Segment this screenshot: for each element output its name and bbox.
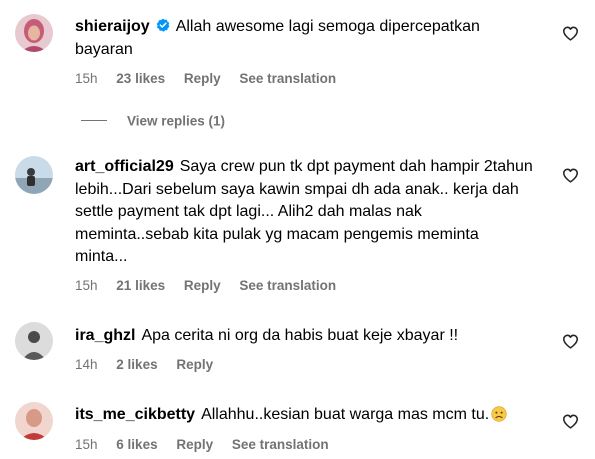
avatar[interactable]: [15, 14, 53, 52]
like-heart-icon[interactable]: [562, 167, 579, 184]
username[interactable]: art_official29: [75, 158, 174, 175]
view-replies-label: View replies (1): [127, 113, 226, 129]
view-replies-divider: [81, 120, 107, 122]
comment-body: Apa cerita ni org da habis buat keje xba…: [141, 327, 459, 344]
see-translation-button[interactable]: See translation: [239, 71, 336, 86]
comment-meta: 14h 2 likes Reply: [75, 357, 228, 372]
likes-count[interactable]: 23 likes: [116, 71, 165, 86]
timestamp: 15h: [75, 437, 98, 452]
likes-count[interactable]: 21 likes: [116, 278, 165, 293]
likes-count[interactable]: 6 likes: [116, 437, 157, 452]
username[interactable]: ira_ghzl: [75, 327, 135, 344]
reply-button[interactable]: Reply: [184, 278, 221, 293]
comment-text: its_me_cikbetty Allahhu..kesian buat warg…: [75, 404, 535, 427]
comment-meta: 15h 6 likes Reply See translation: [75, 437, 344, 452]
like-heart-icon[interactable]: [562, 413, 579, 430]
view-replies-button[interactable]: View replies (1): [81, 112, 225, 130]
username[interactable]: its_me_cikbetty: [75, 406, 195, 423]
comment-meta: 15h 21 likes Reply See translation: [75, 278, 351, 293]
like-heart-icon[interactable]: [562, 25, 579, 42]
comment-text: ira_ghzl Apa cerita ni org da habis buat …: [75, 325, 535, 348]
comment-text: shieraijoy Allah awesome lagi semoga dipe…: [75, 16, 535, 61]
like-heart-icon[interactable]: [562, 333, 579, 350]
timestamp: 14h: [75, 357, 98, 372]
see-translation-button[interactable]: See translation: [232, 437, 329, 452]
avatar[interactable]: [15, 402, 53, 440]
reply-button[interactable]: Reply: [176, 357, 213, 372]
avatar[interactable]: [15, 156, 53, 194]
see-translation-button[interactable]: See translation: [239, 278, 336, 293]
reply-button[interactable]: Reply: [184, 71, 221, 86]
timestamp: 15h: [75, 278, 98, 293]
likes-count[interactable]: 2 likes: [116, 357, 157, 372]
avatar[interactable]: [15, 322, 53, 360]
reply-button[interactable]: Reply: [176, 437, 213, 452]
sad-face-emoji-icon: [491, 406, 507, 422]
timestamp: 15h: [75, 71, 98, 86]
verified-badge-icon: [156, 18, 170, 32]
username[interactable]: shieraijoy: [75, 18, 150, 35]
comment-meta: 15h 23 likes Reply See translation: [75, 71, 351, 86]
comment-text: art_official29 Saya crew pun tk dpt payme…: [75, 156, 535, 269]
comment-body: Allahhu..kesian buat warga mas mcm tu.: [201, 406, 490, 423]
